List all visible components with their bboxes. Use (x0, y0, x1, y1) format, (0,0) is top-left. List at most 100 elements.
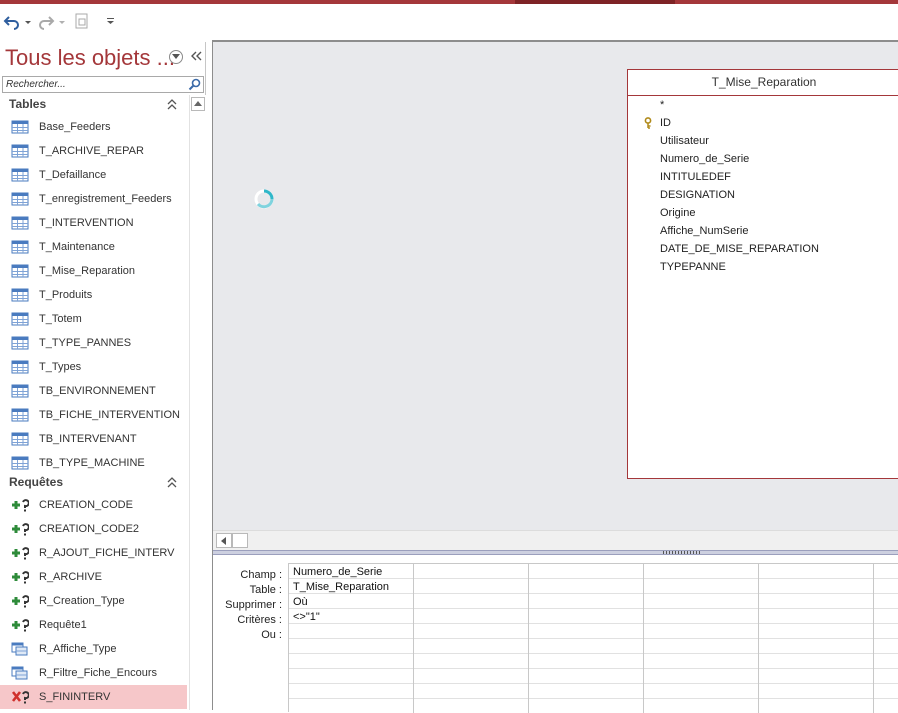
design-grid[interactable]: Numero_de_Serie T_Mise_Reparation Où <>"… (288, 563, 898, 713)
nav-table-item[interactable]: T_enregistrement_Feeders (0, 187, 187, 211)
select-query-icon (11, 666, 28, 680)
nav-query-item[interactable]: R_Affiche_Type (0, 637, 187, 661)
view-button[interactable] (73, 11, 91, 31)
nav-item-label: T_INTERVENTION (39, 217, 134, 229)
field-list-title[interactable]: T_Mise_Reparation (628, 70, 898, 96)
nav-item-label: T_Defaillance (39, 169, 107, 181)
nav-menu-button[interactable] (169, 50, 183, 64)
shutter-bar-close-button[interactable] (189, 48, 203, 64)
document-icon (75, 13, 88, 29)
table-pane[interactable]: T_Mise_Reparation * ID Utilisateur Numero_d… (213, 42, 898, 530)
scroll-thumb[interactable] (232, 533, 248, 548)
append-query-icon (12, 523, 29, 536)
nav-table-item[interactable]: TB_ENVIRONNEMENT (0, 379, 187, 403)
grid-cell-delete[interactable]: Où (293, 596, 308, 608)
title-bar-strip (0, 0, 898, 4)
group-label: Requêtes (9, 475, 64, 489)
nav-query-item[interactable]: R_AJOUT_FICHE_INTERV (0, 541, 187, 565)
table-icon (11, 168, 29, 182)
group-header-queries[interactable]: Requêtes (0, 473, 189, 493)
table-icon (11, 360, 29, 374)
grid-column-4[interactable] (644, 564, 759, 713)
customize-toolbar-button[interactable] (105, 11, 117, 31)
nav-title[interactable]: Tous les objets ... (5, 45, 175, 71)
field-list-item[interactable]: * (660, 99, 664, 111)
table-icon (11, 384, 29, 398)
nav-table-item[interactable]: T_ARCHIVE_REPAR (0, 139, 187, 163)
triangle-left-icon (221, 536, 226, 545)
redo-button[interactable] (37, 11, 67, 31)
nav-table-item[interactable]: TB_TYPE_MACHINE (0, 451, 187, 475)
field-list-item[interactable]: Numero_de_Serie (660, 153, 749, 165)
undo-button[interactable] (3, 11, 33, 31)
row-label-or: Ou : (261, 629, 282, 641)
scroll-up-button[interactable] (191, 97, 205, 111)
field-list-item[interactable]: Utilisateur (660, 135, 709, 147)
nav-query-item[interactable]: R_ARCHIVE (0, 565, 187, 589)
nav-table-item[interactable]: T_Produits (0, 283, 187, 307)
undo-icon (3, 16, 31, 30)
field-list-item[interactable]: DESIGNATION (660, 189, 735, 201)
triangle-up-icon (194, 101, 202, 106)
group-label: Tables (9, 97, 47, 111)
nav-table-item[interactable]: TB_FICHE_INTERVENTION (0, 403, 187, 427)
table-icon (11, 120, 29, 134)
field-list-t-mise-reparation[interactable]: T_Mise_Reparation * ID Utilisateur Numero_d… (627, 69, 898, 479)
nav-table-item[interactable]: T_Totem (0, 307, 187, 331)
nav-item-label: T_Types (39, 361, 82, 373)
nav-item-label: T_Totem (39, 313, 82, 325)
scroll-left-button[interactable] (216, 533, 232, 548)
nav-query-item[interactable]: CREATION_CODE2 (0, 517, 187, 541)
nav-query-item[interactable]: R_Creation_Type (0, 589, 187, 613)
nav-query-item[interactable]: R_Filtre_Fiche_Encours (0, 661, 187, 685)
dropdown-arrow-icon (107, 18, 114, 24)
field-list-item[interactable]: DATE_DE_MISE_REPARATION (660, 243, 819, 255)
search-icon[interactable] (188, 78, 202, 91)
double-chevron-up-icon (167, 99, 177, 110)
nav-table-item[interactable]: Base_Feeders (0, 115, 187, 139)
group-header-tables[interactable]: Tables (0, 95, 189, 115)
field-list-item[interactable]: INTITULEDEF (660, 171, 731, 183)
append-query-icon (12, 499, 29, 512)
horizontal-scrollbar[interactable] (213, 530, 898, 550)
nav-query-item[interactable]: Requête1 (0, 613, 187, 637)
table-icon (11, 240, 29, 254)
grid-column-3[interactable] (529, 564, 644, 713)
grid-column-5[interactable] (759, 564, 874, 713)
nav-table-item[interactable]: T_Mise_Reparation (0, 259, 187, 283)
nav-item-label: R_Affiche_Type (39, 643, 117, 655)
nav-table-item[interactable]: T_TYPE_PANNES (0, 331, 187, 355)
double-chevron-left-icon (191, 51, 202, 61)
nav-table-item[interactable]: T_INTERVENTION (0, 211, 187, 235)
append-query-icon (12, 571, 29, 584)
nav-table-item[interactable]: T_Types (0, 355, 187, 379)
row-label-table: Table : (249, 584, 282, 596)
nav-query-item[interactable]: CREATION_CODE (0, 493, 187, 517)
grid-column-2[interactable] (414, 564, 529, 713)
grid-column-1[interactable]: Numero_de_Serie T_Mise_Reparation Où <>"… (289, 564, 414, 713)
row-label-delete: Supprimer : (225, 599, 282, 611)
search-input[interactable] (3, 77, 185, 92)
field-list-item[interactable]: Origine (660, 207, 695, 219)
nav-item-label: Requête1 (39, 619, 87, 631)
grid-cell-field[interactable]: Numero_de_Serie (293, 566, 382, 578)
nav-query-item[interactable]: S_FININTERV (0, 685, 187, 709)
nav-item-label: T_enregistrement_Feeders (39, 193, 172, 205)
nav-table-item[interactable]: T_Defaillance (0, 163, 187, 187)
nav-item-label: R_Filtre_Fiche_Encours (39, 667, 157, 679)
field-list-item[interactable]: ID (660, 117, 671, 129)
field-list-item[interactable]: Affiche_NumSerie (660, 225, 748, 237)
design-grid-area: Champ : Table : Supprimer : Critères : O… (213, 555, 898, 713)
key-icon (644, 117, 652, 129)
table-icon (11, 408, 29, 422)
grid-cell-criteria[interactable]: <>"1" (293, 611, 320, 623)
nav-table-item[interactable]: TB_INTERVENANT (0, 427, 187, 451)
nav-scrollbar[interactable] (189, 95, 206, 710)
quick-access-toolbar (0, 0, 898, 42)
append-query-icon (12, 619, 29, 632)
redo-icon (39, 16, 65, 30)
nav-table-item[interactable]: T_Maintenance (0, 235, 187, 259)
field-list-item[interactable]: TYPEPANNE (660, 261, 726, 273)
grid-cell-table[interactable]: T_Mise_Reparation (293, 581, 389, 593)
row-label-criteria: Critères : (237, 614, 282, 626)
